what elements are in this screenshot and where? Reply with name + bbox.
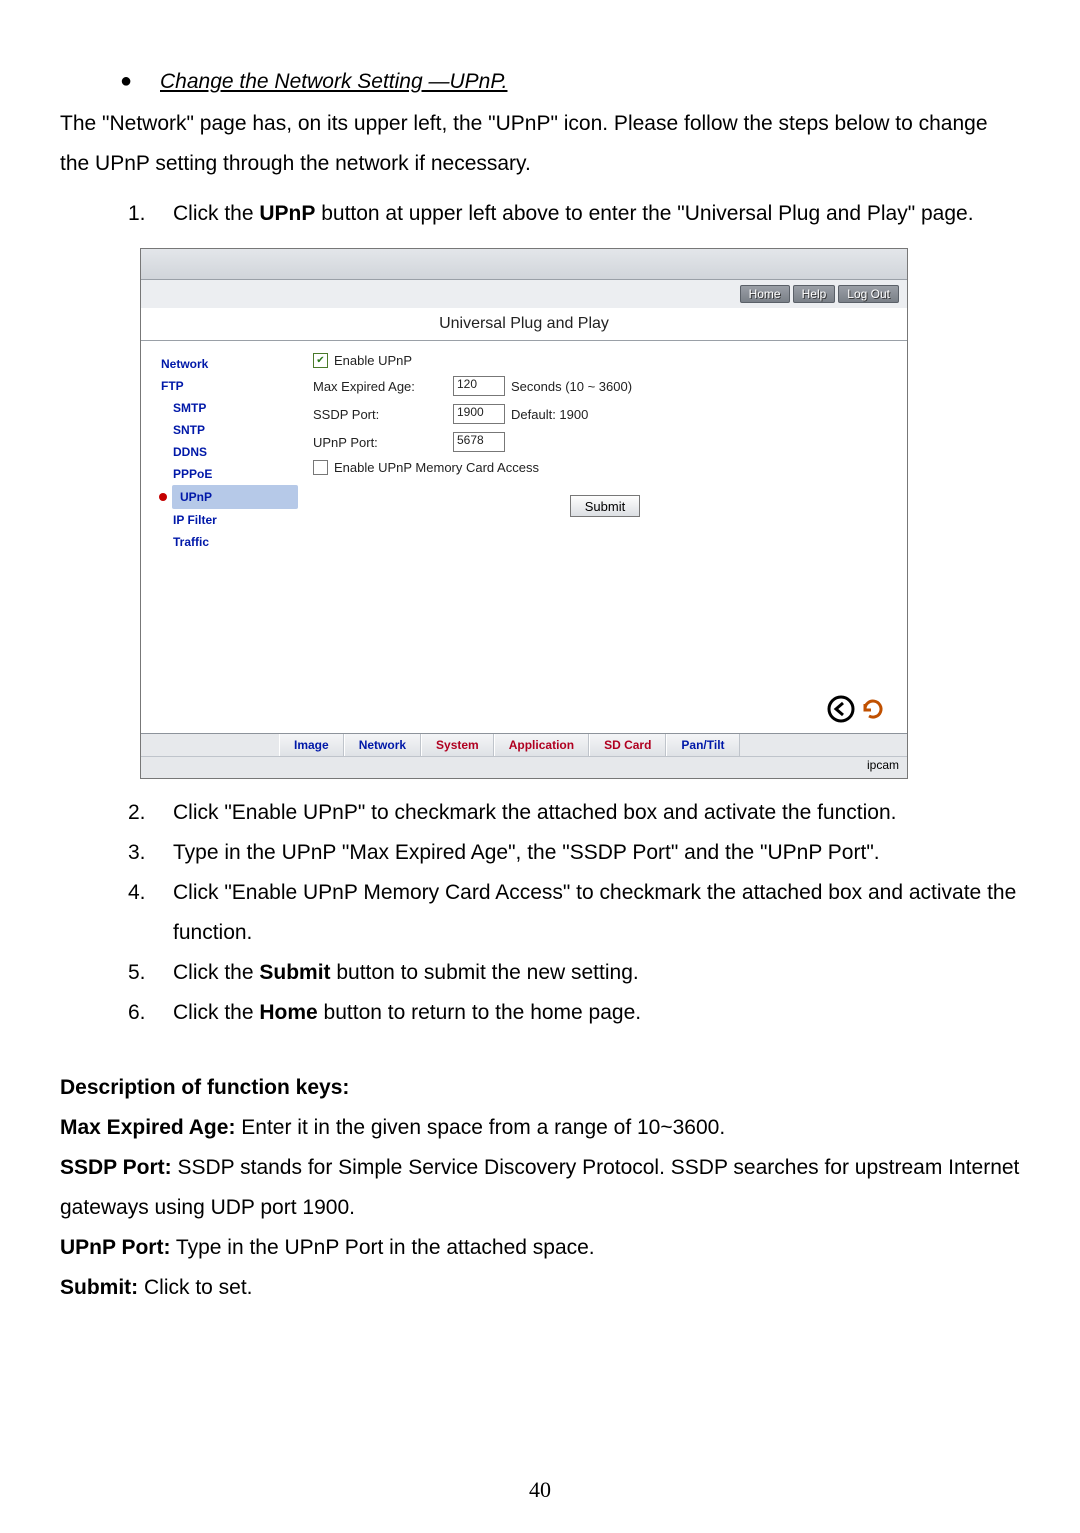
sidebar: Network FTP SMTP SNTP DDNS PPPoE UPnP IP… [141, 341, 303, 691]
form-panel: ✔ Enable UPnP Max Expired Age: 120 Secon… [303, 341, 907, 691]
step-1: 1. Click the UPnP button at upper left a… [60, 194, 1020, 234]
step-number: 2. [128, 793, 173, 833]
ssdp-port-input[interactable]: 1900 [453, 404, 505, 424]
enable-upnp-label: Enable UPnP [334, 353, 412, 368]
key-max-expired: Max Expired Age: Enter it in the given s… [60, 1108, 1020, 1148]
step-text: button at upper left above to enter the … [315, 202, 973, 225]
key-label: SSDP Port: [60, 1156, 172, 1179]
step-bold: Home [259, 1001, 317, 1024]
key-upnp-port: UPnP Port: Type in the UPnP Port in the … [60, 1228, 1020, 1268]
intro-paragraph: The "Network" page has, on its upper lef… [60, 104, 1020, 184]
bottom-tabs: Image Network System Application SD Card… [141, 733, 907, 756]
step-5: 5. Click the Submit button to submit the… [60, 953, 1020, 993]
sidebar-item-sntp[interactable]: SNTP [161, 419, 303, 441]
back-icon[interactable] [827, 695, 855, 730]
submit-button[interactable]: Submit [570, 495, 640, 517]
sidebar-item-ipfilter[interactable]: IP Filter [161, 509, 303, 531]
max-expired-row: Max Expired Age: 120 Seconds (10 ~ 3600) [313, 376, 897, 396]
key-label: Max Expired Age: [60, 1116, 235, 1139]
step-number: 4. [128, 873, 173, 953]
sidebar-item-ddns[interactable]: DDNS [161, 441, 303, 463]
step-text: Click "Enable UPnP" to checkmark the att… [173, 793, 1020, 833]
icon-bar [141, 691, 907, 733]
max-expired-input[interactable]: 120 [453, 376, 505, 396]
step-text: Click the [173, 202, 259, 225]
key-submit: Submit: Click to set. [60, 1268, 1020, 1308]
key-label: UPnP Port: [60, 1236, 170, 1259]
step-number: 1. [128, 194, 173, 234]
step-4: 4. Click "Enable UPnP Memory Card Access… [60, 873, 1020, 953]
tab-pantilt[interactable]: Pan/Tilt [666, 734, 739, 756]
key-text: SSDP stands for Simple Service Discovery… [60, 1156, 1019, 1219]
upnp-port-row: UPnP Port: 5678 [313, 432, 897, 452]
top-nav-buttons: Home Help Log Out [141, 280, 907, 308]
upnp-port-label: UPnP Port: [313, 435, 453, 450]
enable-upnp-row: ✔ Enable UPnP [313, 353, 897, 368]
page-title: Universal Plug and Play [141, 308, 907, 341]
key-text: Type in the UPnP Port in the attached sp… [170, 1236, 594, 1259]
steps-list: 1. Click the UPnP button at upper left a… [60, 194, 1020, 234]
ssdp-port-label: SSDP Port: [313, 407, 453, 422]
page-number: 40 [0, 1477, 1080, 1503]
section-title: Change the Network Setting —UPnP. [160, 70, 507, 94]
step-text: Click the [173, 1001, 259, 1024]
step-bold: Submit [259, 961, 330, 984]
steps-list-cont: 2. Click "Enable UPnP" to checkmark the … [60, 793, 1020, 1033]
logout-button[interactable]: Log Out [838, 285, 899, 303]
key-text: Click to set. [138, 1276, 252, 1299]
enable-memcard-checkbox[interactable]: ✔ [313, 460, 328, 475]
sidebar-item-traffic[interactable]: Traffic [161, 531, 303, 553]
key-text: Enter it in the given space from a range… [235, 1116, 725, 1139]
step-text: button to return to the home page. [318, 1001, 641, 1024]
upnp-screenshot: Home Help Log Out Universal Plug and Pla… [140, 248, 908, 779]
step-text: Click the [173, 961, 259, 984]
sidebar-item-network[interactable]: Network [161, 353, 303, 375]
ssdp-port-hint: Default: 1900 [511, 407, 588, 422]
key-ssdp-port: SSDP Port: SSDP stands for Simple Servic… [60, 1148, 1020, 1228]
tab-network[interactable]: Network [344, 734, 421, 756]
step-3: 3. Type in the UPnP "Max Expired Age", t… [60, 833, 1020, 873]
tab-system[interactable]: System [421, 734, 494, 756]
ssdp-port-row: SSDP Port: 1900 Default: 1900 [313, 404, 897, 424]
key-label: Submit: [60, 1276, 138, 1299]
bullet-icon: ● [120, 70, 160, 94]
desc-heading: Description of function keys: [60, 1068, 1020, 1108]
step-2: 2. Click "Enable UPnP" to checkmark the … [60, 793, 1020, 833]
tab-image[interactable]: Image [279, 734, 344, 756]
sidebar-item-upnp-active[interactable]: UPnP [147, 485, 303, 509]
tab-application[interactable]: Application [494, 734, 589, 756]
step-text: Click "Enable UPnP Memory Card Access" t… [173, 873, 1020, 953]
active-marker-icon [159, 493, 167, 501]
enable-memcard-label: Enable UPnP Memory Card Access [334, 460, 539, 475]
upnp-port-input[interactable]: 5678 [453, 432, 505, 452]
sidebar-item-smtp[interactable]: SMTP [161, 397, 303, 419]
sidebar-item-ftp[interactable]: FTP [161, 375, 303, 397]
footer-brand: ipcam [141, 756, 907, 778]
section-heading: ● Change the Network Setting —UPnP. [60, 70, 1020, 94]
step-6: 6. Click the Home button to return to th… [60, 993, 1020, 1033]
refresh-icon[interactable] [859, 695, 887, 730]
step-bold: UPnP [259, 202, 315, 225]
step-number: 6. [128, 993, 173, 1033]
window-titlebar [141, 249, 907, 280]
sidebar-item-label: UPnP [172, 485, 298, 509]
step-number: 5. [128, 953, 173, 993]
step-text: button to submit the new setting. [331, 961, 639, 984]
step-text: Type in the UPnP "Max Expired Age", the … [173, 833, 1020, 873]
enable-memcard-row: ✔ Enable UPnP Memory Card Access [313, 460, 897, 475]
step-number: 3. [128, 833, 173, 873]
enable-upnp-checkbox[interactable]: ✔ [313, 353, 328, 368]
help-button[interactable]: Help [793, 285, 836, 303]
sidebar-item-pppoe[interactable]: PPPoE [161, 463, 303, 485]
max-expired-label: Max Expired Age: [313, 379, 453, 394]
max-expired-hint: Seconds (10 ~ 3600) [511, 379, 632, 394]
tab-sdcard[interactable]: SD Card [589, 734, 666, 756]
home-button[interactable]: Home [740, 285, 790, 303]
